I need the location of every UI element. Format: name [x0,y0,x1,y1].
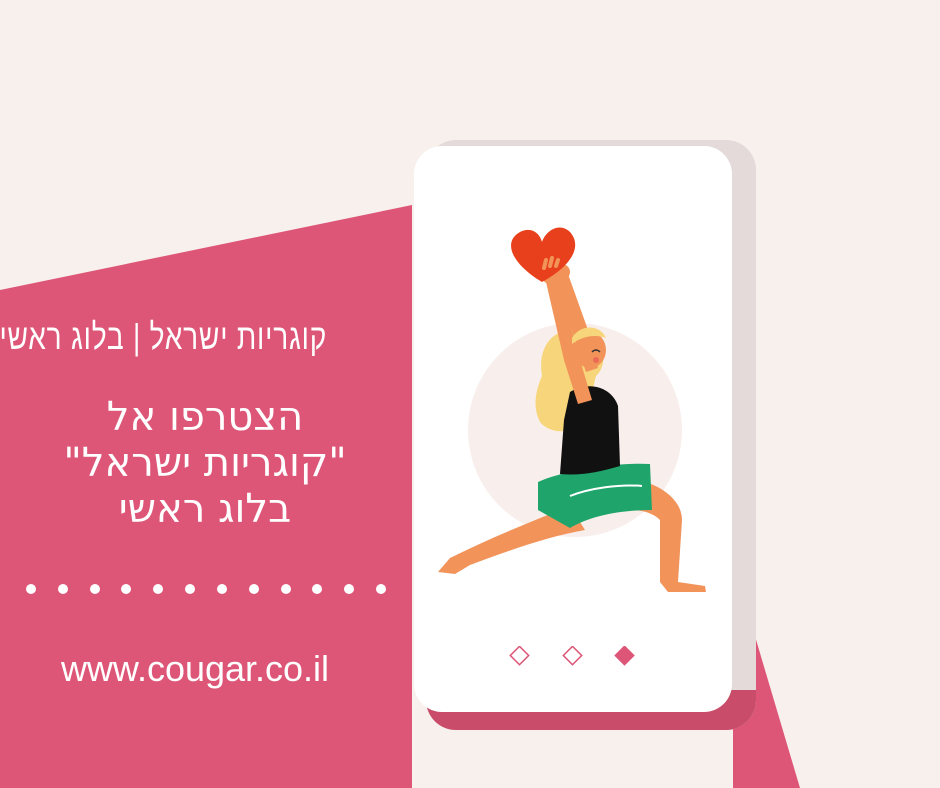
divider-dot [121,584,132,594]
divider-dot [216,584,227,594]
yoga-woman-illustration [438,227,706,592]
divider-dot [280,584,291,594]
dotted-divider [26,584,386,598]
divider-dot [89,584,100,594]
divider-dot [375,584,386,594]
divider-dot [312,584,323,594]
headline-line-1: הצטרפו אל [106,394,304,440]
headline-line-3: בלוג ראשי [118,486,292,532]
divider-dot [344,584,355,594]
pager-dot-3-active[interactable] [614,646,635,666]
pager-dot-2[interactable] [562,646,583,666]
subtitle: קוגריות ישראל | בלוג ראשי [0,316,328,357]
divider-dot [153,584,164,594]
cheek [593,357,599,363]
headline: הצטרפו אל "קוגריות ישראל" בלוג ראשי [10,394,400,532]
divider-dot [57,584,68,594]
website-link[interactable]: www.cougar.co.il [30,648,360,690]
divider-dot [248,584,259,594]
carousel-pager [509,646,635,666]
divider-dot [26,584,36,594]
pager-dot-1[interactable] [509,646,530,666]
headline-line-2: "קוגריות ישראל" [63,440,347,486]
divider-dot [185,584,196,594]
